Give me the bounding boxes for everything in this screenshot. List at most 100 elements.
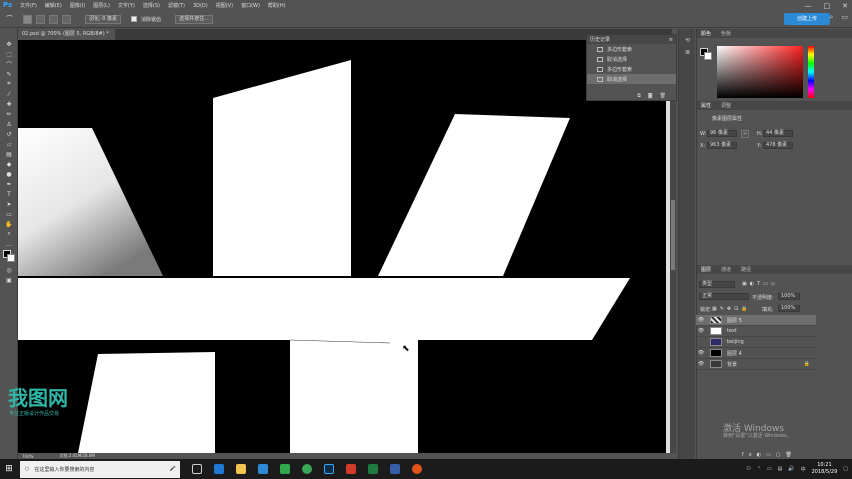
move-tool-icon[interactable]: ✥ <box>0 39 18 49</box>
menu-window[interactable]: 窗口(W) <box>241 2 260 9</box>
workspace-icon[interactable]: ▭ <box>841 13 848 22</box>
menu-help[interactable]: 帮助(H) <box>268 2 286 9</box>
select-and-mask-button[interactable]: 选择并遮住... <box>175 14 213 24</box>
menu-select[interactable]: 选择(S) <box>143 2 160 9</box>
lasso-tool-icon[interactable]: ⌒ <box>6 14 13 24</box>
cloud-upload-button[interactable]: 创建上传 <box>784 13 830 25</box>
eraser-icon[interactable]: ▱ <box>0 139 18 149</box>
store-icon[interactable] <box>258 464 268 474</box>
quick-select-icon[interactable]: ✎ <box>0 69 18 79</box>
layer-row[interactable]: beijing <box>696 337 816 348</box>
menu-view[interactable]: 视图(V) <box>216 2 233 9</box>
layers-footer-icons[interactable]: fx◐▭▢🗑 <box>742 452 797 458</box>
opacity-field[interactable]: 100% <box>778 293 800 300</box>
color-picker-field[interactable] <box>717 46 803 98</box>
brush-icon[interactable]: ✏ <box>0 109 18 119</box>
trash-icon[interactable]: 🗑 <box>660 93 666 99</box>
type-tool-icon[interactable]: T <box>0 189 18 199</box>
zoom-icon[interactable]: ⌕ <box>0 229 18 239</box>
app-green-icon[interactable] <box>280 464 290 474</box>
zoom-level[interactable]: 700% <box>22 454 33 459</box>
lock-icons[interactable]: ▦✎✥⊡🔒 <box>712 306 751 312</box>
screen-mode-icon[interactable]: ▣ <box>0 275 18 285</box>
app-red-icon[interactable] <box>346 464 356 474</box>
new-document-from-state-icon[interactable]: ⧉ <box>637 93 641 99</box>
eye-icon[interactable]: 👁 <box>696 350 706 356</box>
history-item[interactable]: 多边形套索 <box>587 64 676 74</box>
layer-row[interactable]: 👁 图层 5 <box>696 315 816 326</box>
lasso-icon[interactable]: ⌒ <box>0 59 18 69</box>
eyedropper-icon[interactable]: ⁄ <box>0 89 18 99</box>
history-brush-icon[interactable]: ↺ <box>0 129 18 139</box>
history-panel-icon[interactable]: ⟲ <box>679 34 696 46</box>
tab-paths[interactable]: 路径 <box>741 266 751 273</box>
eye-icon[interactable]: 👁 <box>696 361 706 367</box>
antialias-checkbox[interactable] <box>131 16 138 22</box>
layer-kind-filter[interactable]: 类型 <box>699 281 735 288</box>
properties-panel-icon[interactable]: ≣ <box>679 46 696 58</box>
quick-mask-icon[interactable]: ◎ <box>0 265 18 275</box>
marquee-tool-icon[interactable]: ⬚ <box>0 49 18 59</box>
minimize-icon[interactable]: — <box>805 2 812 10</box>
panel-menu-icon[interactable]: ≡ <box>669 37 673 43</box>
layer-row[interactable]: 👁 图层 4 <box>696 348 816 359</box>
ime-icon[interactable]: 中 <box>801 466 806 473</box>
tab-color[interactable]: 颜色 <box>701 30 711 37</box>
search-icon[interactable]: ⌕ <box>829 13 833 22</box>
volume-icon[interactable]: 🔊 <box>788 466 794 472</box>
fill-field[interactable]: 100% <box>778 305 800 312</box>
menu-edit[interactable]: 编辑(E) <box>45 2 62 9</box>
document-canvas[interactable]: ⬉ <box>18 40 670 453</box>
notification-icon[interactable]: ▢ <box>843 466 848 472</box>
chrome-icon[interactable] <box>302 464 312 474</box>
edge-icon[interactable] <box>214 464 224 474</box>
pen-icon[interactable]: ✒ <box>0 179 18 189</box>
tab-properties[interactable]: 属性 <box>701 102 711 109</box>
subtract-selection-button[interactable] <box>49 14 58 24</box>
eye-icon[interactable]: 👁 <box>696 317 706 323</box>
windows-start-icon[interactable]: ⊞ <box>0 459 18 479</box>
more-tools-icon[interactable]: … <box>0 239 18 249</box>
chevron-up-icon[interactable]: ⌃ <box>757 466 761 472</box>
x-field[interactable]: 963 像素 <box>707 142 737 149</box>
height-field[interactable]: 44 像素 <box>763 130 793 137</box>
menu-filter[interactable]: 滤镜(T) <box>168 2 185 9</box>
layer-row[interactable]: 👁 text <box>696 326 816 337</box>
photoshop-icon[interactable] <box>324 464 334 474</box>
menu-image[interactable]: 图像(I) <box>70 2 85 9</box>
menu-3d[interactable]: 3D(D) <box>193 3 208 9</box>
tab-swatches[interactable]: 色板 <box>721 30 731 37</box>
blur-icon[interactable]: ◆ <box>0 159 18 169</box>
feather-field[interactable]: 羽化: 0 像素 <box>85 14 122 24</box>
history-item[interactable]: 取消选择 <box>587 54 676 64</box>
history-item[interactable]: 取消选择 <box>587 74 676 84</box>
maximize-icon[interactable]: □ <box>824 2 831 10</box>
dodge-icon[interactable]: ● <box>0 169 18 179</box>
file-explorer-icon[interactable] <box>236 464 246 474</box>
healing-brush-icon[interactable]: ✚ <box>0 99 18 109</box>
menu-type[interactable]: 文字(Y) <box>118 2 135 9</box>
history-item[interactable]: 多边形套索 <box>587 44 676 54</box>
scrollbar-thumb[interactable] <box>671 200 675 270</box>
close-icon[interactable]: ✕ <box>842 2 848 10</box>
link-icon[interactable]: ∞ <box>741 130 750 138</box>
gradient-icon[interactable]: ▤ <box>0 149 18 159</box>
battery-icon[interactable]: ▭ <box>767 466 772 472</box>
microphone-icon[interactable]: 🎤 <box>170 466 176 472</box>
background-color[interactable] <box>704 52 712 60</box>
y-field[interactable]: 478 像素 <box>763 142 793 149</box>
menu-layer[interactable]: 图层(L) <box>93 2 110 9</box>
shape-icon[interactable]: ▭ <box>0 209 18 219</box>
document-tab[interactable]: 02.psd @ 700% (图层 5, RGB/8#) * <box>18 29 116 40</box>
hand-icon[interactable]: ✋ <box>0 219 18 229</box>
crop-icon[interactable]: ⌗ <box>0 79 18 89</box>
excel-icon[interactable] <box>368 464 378 474</box>
tab-adjustments[interactable]: 调整 <box>721 102 731 109</box>
layer-filter-icons[interactable]: ▣◐T▭◇ <box>742 281 778 287</box>
stamp-icon[interactable]: ♙ <box>0 119 18 129</box>
tab-channels[interactable]: 通道 <box>721 266 731 273</box>
new-selection-button[interactable] <box>23 14 32 24</box>
layer-row[interactable]: 👁 背景 🔒 <box>696 359 816 370</box>
intersect-selection-button[interactable] <box>62 14 71 24</box>
history-tab[interactable]: 历史记录 <box>590 36 610 43</box>
